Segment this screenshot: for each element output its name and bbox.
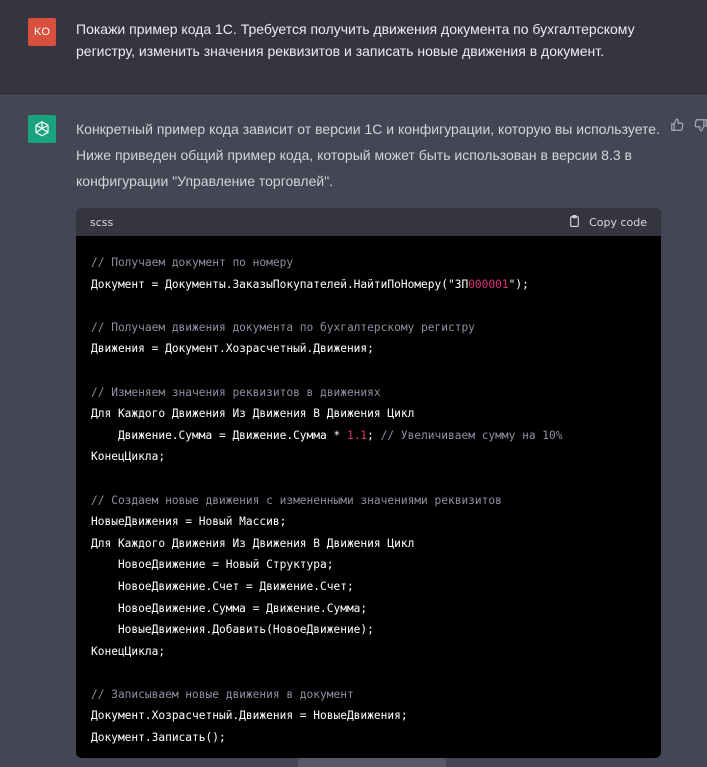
code-line: Документ.Хозрасчетный.Движения = НовыеДв… bbox=[91, 705, 646, 727]
copy-code-button[interactable]: Copy code bbox=[568, 214, 647, 231]
code-line: // Получаем документ по номеру bbox=[91, 252, 646, 274]
user-avatar: KO bbox=[28, 18, 56, 46]
code-comment: // Записываем новые движения в документ bbox=[91, 687, 354, 701]
code-token: КонецЦикла; bbox=[91, 644, 166, 658]
code-header: scss Copy code bbox=[76, 208, 661, 236]
assistant-intro-text: Конкретный пример кода зависит от версии… bbox=[76, 121, 660, 189]
code-line: // Получаем движения документа по бухгал… bbox=[91, 317, 646, 339]
code-line: НовыеДвижения = Новый Массив; bbox=[91, 511, 646, 533]
code-line: // Создаем новые движения с измененными … bbox=[91, 490, 646, 512]
scroll-indicator bbox=[298, 758, 446, 767]
code-line: Для Каждого Движения Из Движения В Движе… bbox=[91, 403, 646, 425]
code-token: Движения = Документ.Хозрасчетный.Движени… bbox=[91, 342, 374, 356]
code-line: Документ = Документы.ЗаказыПокупателей.Н… bbox=[91, 274, 646, 296]
code-token: НовыеДвижения = Новый Массив; bbox=[91, 515, 287, 529]
feedback-buttons bbox=[670, 118, 707, 132]
code-token: Движение.Сумма = Движение.Сумма * bbox=[91, 428, 347, 442]
code-token: "); bbox=[508, 277, 529, 291]
code-line: НовыеДвижения.Добавить(НовоеДвижение); bbox=[91, 619, 646, 641]
code-comment: // Получаем документ по номеру bbox=[91, 256, 294, 269]
code-comment: // Получаем движения документа по бухгал… bbox=[91, 320, 475, 334]
code-token: НовоеДвижение = Новый Структура; bbox=[91, 558, 334, 572]
code-comment: // Создаем новые движения с измененными … bbox=[91, 493, 502, 507]
code-language-label: scss bbox=[90, 215, 114, 229]
assistant-message-row: Конкретный пример кода зависит от версии… bbox=[0, 94, 707, 767]
code-line: Движение.Сумма = Движение.Сумма * 1.1; /… bbox=[91, 425, 646, 447]
code-block: scss Copy code // Получаем документ по н… bbox=[76, 208, 661, 758]
code-token: НовыеДвижения.Добавить(НовоеДвижение); bbox=[91, 623, 374, 637]
code-line: КонецЦикла; bbox=[91, 641, 646, 663]
user-message-text: Покажи пример кода 1С. Требуется получит… bbox=[76, 21, 635, 59]
code-comment: // Изменяем значения реквизитов в движен… bbox=[91, 385, 381, 399]
code-token: НовоеДвижение.Счет = Движение.Счет; bbox=[91, 579, 354, 593]
code-token: Для Каждого Движения Из Движения В Движе… bbox=[91, 536, 415, 550]
code-token: НовоеДвижение.Сумма = Движение.Сумма; bbox=[91, 601, 368, 615]
thumbs-up-icon[interactable] bbox=[670, 118, 684, 132]
thumbs-down-icon[interactable] bbox=[694, 118, 707, 132]
code-token: Документ.Хозрасчетный.Движения = НовыеДв… bbox=[91, 709, 408, 723]
openai-logo-icon bbox=[28, 115, 56, 143]
code-line: НовоеДвижение.Сумма = Движение.Сумма; bbox=[91, 598, 646, 620]
code-line: Документ.Записать(); bbox=[91, 727, 646, 749]
code-content: // Получаем документ по номеру Документ =… bbox=[76, 236, 661, 758]
code-line: // Изменяем значения реквизитов в движен… bbox=[91, 382, 646, 404]
code-line: НовоеДвижение.Счет = Движение.Счет; bbox=[91, 576, 646, 598]
code-number: 1.1 bbox=[346, 428, 368, 442]
code-token: Для Каждого Движения Из Движения В Движе… bbox=[91, 407, 415, 421]
clipboard-icon bbox=[568, 214, 581, 231]
user-message-row: KO Покажи пример кода 1С. Требуется полу… bbox=[0, 0, 707, 94]
code-token: КонецЦикла; bbox=[91, 450, 166, 464]
code-comment: // Увеличиваем сумму на 10% bbox=[380, 428, 563, 442]
code-line: // Записываем новые движения в документ bbox=[91, 684, 646, 706]
copy-code-label: Copy code bbox=[589, 215, 647, 229]
code-line: КонецЦикла; bbox=[91, 446, 646, 468]
code-token: Документ.Записать(); bbox=[91, 731, 226, 745]
code-line: Для Каждого Движения Из Движения В Движе… bbox=[91, 533, 646, 555]
code-line: НовоеДвижение = Новый Структура; bbox=[91, 554, 646, 576]
code-token: Документ = Документы.ЗаказыПокупателей.Н… bbox=[91, 277, 469, 291]
code-token: ; bbox=[367, 428, 381, 442]
code-line: Движения = Документ.Хозрасчетный.Движени… bbox=[91, 338, 646, 360]
code-number: 000001 bbox=[468, 277, 509, 291]
